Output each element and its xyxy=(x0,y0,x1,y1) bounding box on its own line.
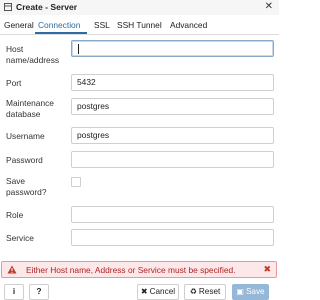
warning-icon xyxy=(7,265,17,274)
port-label: Port xyxy=(6,78,22,88)
maintenance-db-label: Maintenance database xyxy=(6,98,54,119)
save-button[interactable]: ▣ Save xyxy=(232,284,269,300)
host-row: Host name/address xyxy=(6,40,274,70)
cancel-button[interactable]: ✖ Cancel xyxy=(137,284,179,300)
dialog-footer: i ? ✖ Cancel ♻ Reset ▣ Save xyxy=(0,280,279,300)
password-input[interactable] xyxy=(71,151,274,168)
active-tab-indicator xyxy=(35,32,87,34)
close-icon[interactable]: ✕ xyxy=(265,1,273,12)
port-input[interactable]: 5432 xyxy=(71,74,274,91)
service-row: Service xyxy=(6,229,274,249)
help-icon: ? xyxy=(36,287,42,296)
tab-general[interactable]: General xyxy=(4,20,34,30)
tab-connection[interactable]: Connection xyxy=(38,20,80,30)
password-row: Password xyxy=(6,151,274,171)
tab-ssl[interactable]: SSL xyxy=(94,20,110,30)
username-input[interactable]: postgres xyxy=(71,127,274,144)
tab-bar: General Connection SSL SSH Tunnel Advanc… xyxy=(0,15,279,35)
save-password-checkbox[interactable] xyxy=(71,177,81,187)
reset-button[interactable]: ♻ Reset xyxy=(184,284,226,300)
text-caret xyxy=(78,44,79,54)
role-label: Role xyxy=(6,210,24,220)
tab-ssh-tunnel[interactable]: SSH Tunnel xyxy=(117,20,162,30)
host-input[interactable] xyxy=(71,40,274,57)
recycle-icon: ♻ xyxy=(189,287,197,296)
maintenance-db-input[interactable]: postgres xyxy=(71,98,274,115)
save-password-row: Save password? xyxy=(6,174,274,198)
save-icon: ▣ xyxy=(236,287,244,296)
dismiss-error-icon[interactable]: ✖ xyxy=(263,264,271,275)
role-input[interactable] xyxy=(71,206,274,223)
tab-advanced[interactable]: Advanced xyxy=(170,20,207,30)
info-button[interactable]: i xyxy=(4,284,24,300)
error-banner: Either Host name, Address or Service mus… xyxy=(1,261,277,278)
password-label: Password xyxy=(6,155,43,165)
username-row: Username postgres xyxy=(6,127,274,147)
port-row: Port 5432 xyxy=(6,74,274,94)
username-label: Username xyxy=(6,131,45,141)
service-label: Service xyxy=(6,233,34,243)
help-button[interactable]: ? xyxy=(29,284,49,300)
service-input[interactable] xyxy=(71,229,274,246)
maintenance-db-row: Maintenance database postgres xyxy=(6,98,274,122)
window-title: Create - Server xyxy=(16,2,78,12)
save-password-label: Save password? xyxy=(6,176,47,197)
info-icon: i xyxy=(12,287,16,296)
host-label: Host name/address xyxy=(6,44,60,65)
title-bar: Create - Server ✕ xyxy=(0,0,279,15)
role-row: Role xyxy=(6,206,274,226)
close-icon: ✖ xyxy=(140,287,148,296)
error-message: Either Host name, Address or Service mus… xyxy=(26,265,236,275)
server-icon xyxy=(4,3,12,11)
